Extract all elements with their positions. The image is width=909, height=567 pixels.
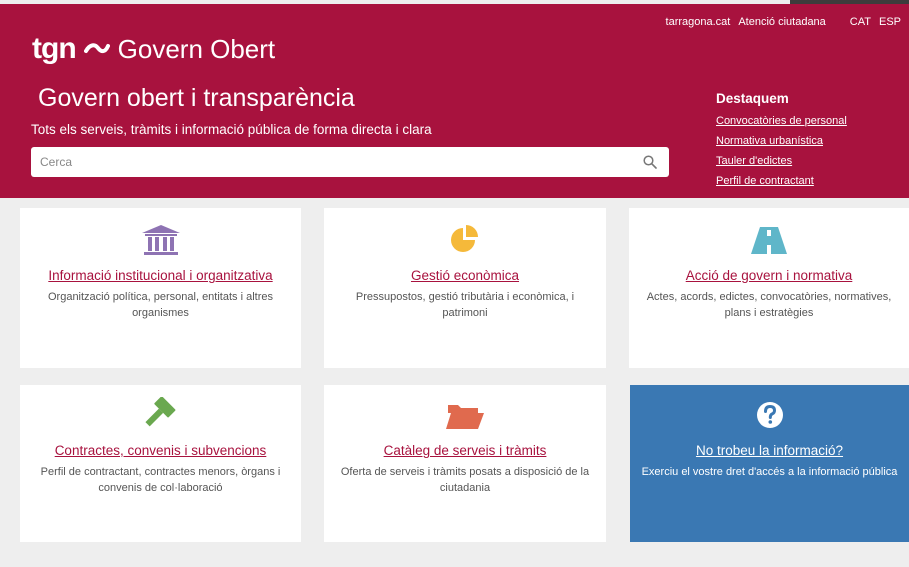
card-contracts[interactable]: Contractes, convenis i subvencions Perfi… bbox=[20, 385, 301, 542]
card-title[interactable]: Gestió econòmica bbox=[324, 268, 606, 283]
link-tarragona-cat[interactable]: tarragona.cat bbox=[666, 16, 731, 28]
pie-chart-icon bbox=[451, 225, 478, 252]
card-services-catalog[interactable]: Catàleg de serveis i tràmits Oferta de s… bbox=[324, 385, 606, 542]
institution-building-icon bbox=[141, 225, 180, 255]
highlight-link-normativa[interactable]: Normativa urbanística bbox=[716, 131, 847, 151]
road-icon bbox=[751, 227, 787, 254]
card-cant-find-info[interactable]: No trobeu la informació? Exerciu el vost… bbox=[630, 385, 909, 542]
card-title[interactable]: Acció de govern i normativa bbox=[629, 268, 909, 283]
highlights-panel: Destaquem Convocatòries de personal Norm… bbox=[716, 91, 847, 191]
gavel-icon bbox=[144, 397, 175, 427]
highlight-link-convocatories[interactable]: Convocatòries de personal bbox=[716, 111, 847, 131]
card-title[interactable]: No trobeu la informació? bbox=[630, 443, 909, 458]
folder-open-icon bbox=[446, 405, 484, 429]
question-circle-icon bbox=[756, 402, 783, 428]
highlight-link-tauler[interactable]: Tauler d'edictes bbox=[716, 151, 847, 171]
card-description: Perfil de contractant, contractes menors… bbox=[40, 466, 281, 494]
card-description: Exerciu el vostre dret d'accés a la info… bbox=[641, 466, 898, 478]
search-icon[interactable] bbox=[643, 155, 657, 169]
lang-esp-link[interactable]: ESP bbox=[879, 16, 901, 28]
link-atencio-ciutadana[interactable]: Atenció ciutadana bbox=[738, 16, 825, 28]
card-description: Organització política, personal, entitat… bbox=[47, 291, 273, 319]
tilde-icon bbox=[83, 43, 110, 54]
card-institutional-info[interactable]: Informació institucional i organitzativa… bbox=[20, 208, 301, 368]
lang-cat-link[interactable]: CAT bbox=[850, 16, 871, 28]
card-description: Oferta de serveis i tràmits posats a dis… bbox=[340, 466, 590, 494]
highlights-heading: Destaquem bbox=[716, 91, 789, 106]
card-title[interactable]: Informació institucional i organitzativa bbox=[20, 268, 301, 283]
brand-prefix: tgn bbox=[32, 32, 77, 65]
brand-name: Govern Obert bbox=[117, 33, 276, 64]
site-header: tarragona.cat Atenció ciutadana CAT ESP … bbox=[0, 4, 909, 198]
card-economic-management[interactable]: Gestió econòmica Pressupostos, gestió tr… bbox=[324, 208, 606, 368]
top-links: tarragona.cat Atenció ciutadana CAT ESP bbox=[666, 16, 901, 28]
card-title[interactable]: Contractes, convenis i subvencions bbox=[20, 443, 301, 458]
page-subtitle: Tots els serveis, tràmits i informació p… bbox=[31, 122, 432, 137]
card-description: Actes, acords, edictes, convocatòries, n… bbox=[646, 291, 892, 319]
search-input[interactable] bbox=[31, 154, 632, 170]
card-title[interactable]: Catàleg de serveis i tràmits bbox=[324, 443, 606, 458]
search-bar bbox=[31, 147, 669, 177]
card-description: Pressupostos, gestió tributària i econòm… bbox=[355, 291, 575, 319]
page-title: Govern obert i transparència bbox=[38, 84, 355, 112]
card-government-action[interactable]: Acció de govern i normativa Actes, acord… bbox=[629, 208, 909, 368]
brand-logo[interactable]: tgn Govern Obert bbox=[32, 32, 275, 66]
highlight-link-perfil[interactable]: Perfil de contractant bbox=[716, 171, 847, 191]
